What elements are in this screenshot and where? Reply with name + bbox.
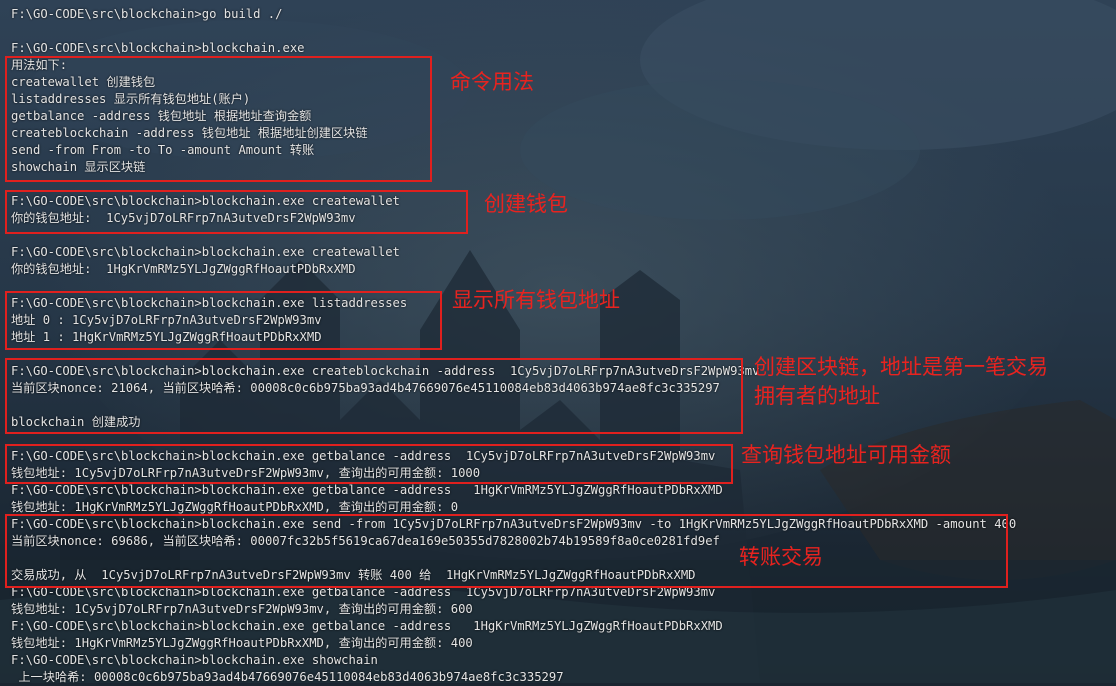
create-wallet-annotation: 创建钱包 (484, 192, 568, 216)
terminal-line: F:\GO-CODE\src\blockchain>blockchain.exe… (11, 619, 723, 633)
create-chain-highlight-box (5, 358, 743, 434)
usage-annotation: 命令用法 (450, 70, 534, 94)
terminal-line: 钱包地址: 1HgKrVmRMz5YLJgZWggRfHoautPDbRxXMD… (11, 636, 473, 650)
terminal-line: F:\GO-CODE\src\blockchain>go build ./ (11, 7, 283, 21)
create-wallet-highlight-box (5, 190, 468, 234)
create-chain-annotation-line1: 创建区块链，地址是第一笔交易 (754, 355, 1048, 379)
terminal-line: F:\GO-CODE\src\blockchain>blockchain.exe… (11, 483, 723, 497)
create-chain-annotation-line2: 拥有者的地址 (754, 384, 880, 408)
terminal-line: 钱包地址: 1Cy5vjD7oLRFrp7nA3utveDrsF2WpW93mv… (11, 602, 473, 616)
transfer-highlight-box (5, 514, 1008, 588)
list-addresses-annotation: 显示所有钱包地址 (452, 288, 620, 312)
list-addresses-highlight-box (5, 291, 442, 350)
terminal-line: F:\GO-CODE\src\blockchain>blockchain.exe… (11, 245, 400, 259)
terminal-line: 你的钱包地址: 1HgKrVmRMz5YLJgZWggRfHoautPDbRxX… (11, 262, 356, 276)
transfer-annotation: 转账交易 (739, 545, 823, 569)
terminal-line: F:\GO-CODE\src\blockchain>blockchain.exe… (11, 653, 378, 667)
get-balance-annotation: 查询钱包地址可用金额 (741, 443, 951, 467)
get-balance-highlight-box (5, 444, 733, 484)
terminal-line: 上一块哈希: 00008c0c6b975ba93ad4b47669076e451… (11, 670, 564, 684)
usage-highlight-box (5, 56, 432, 182)
terminal-line: F:\GO-CODE\src\blockchain>blockchain.exe (11, 41, 305, 55)
